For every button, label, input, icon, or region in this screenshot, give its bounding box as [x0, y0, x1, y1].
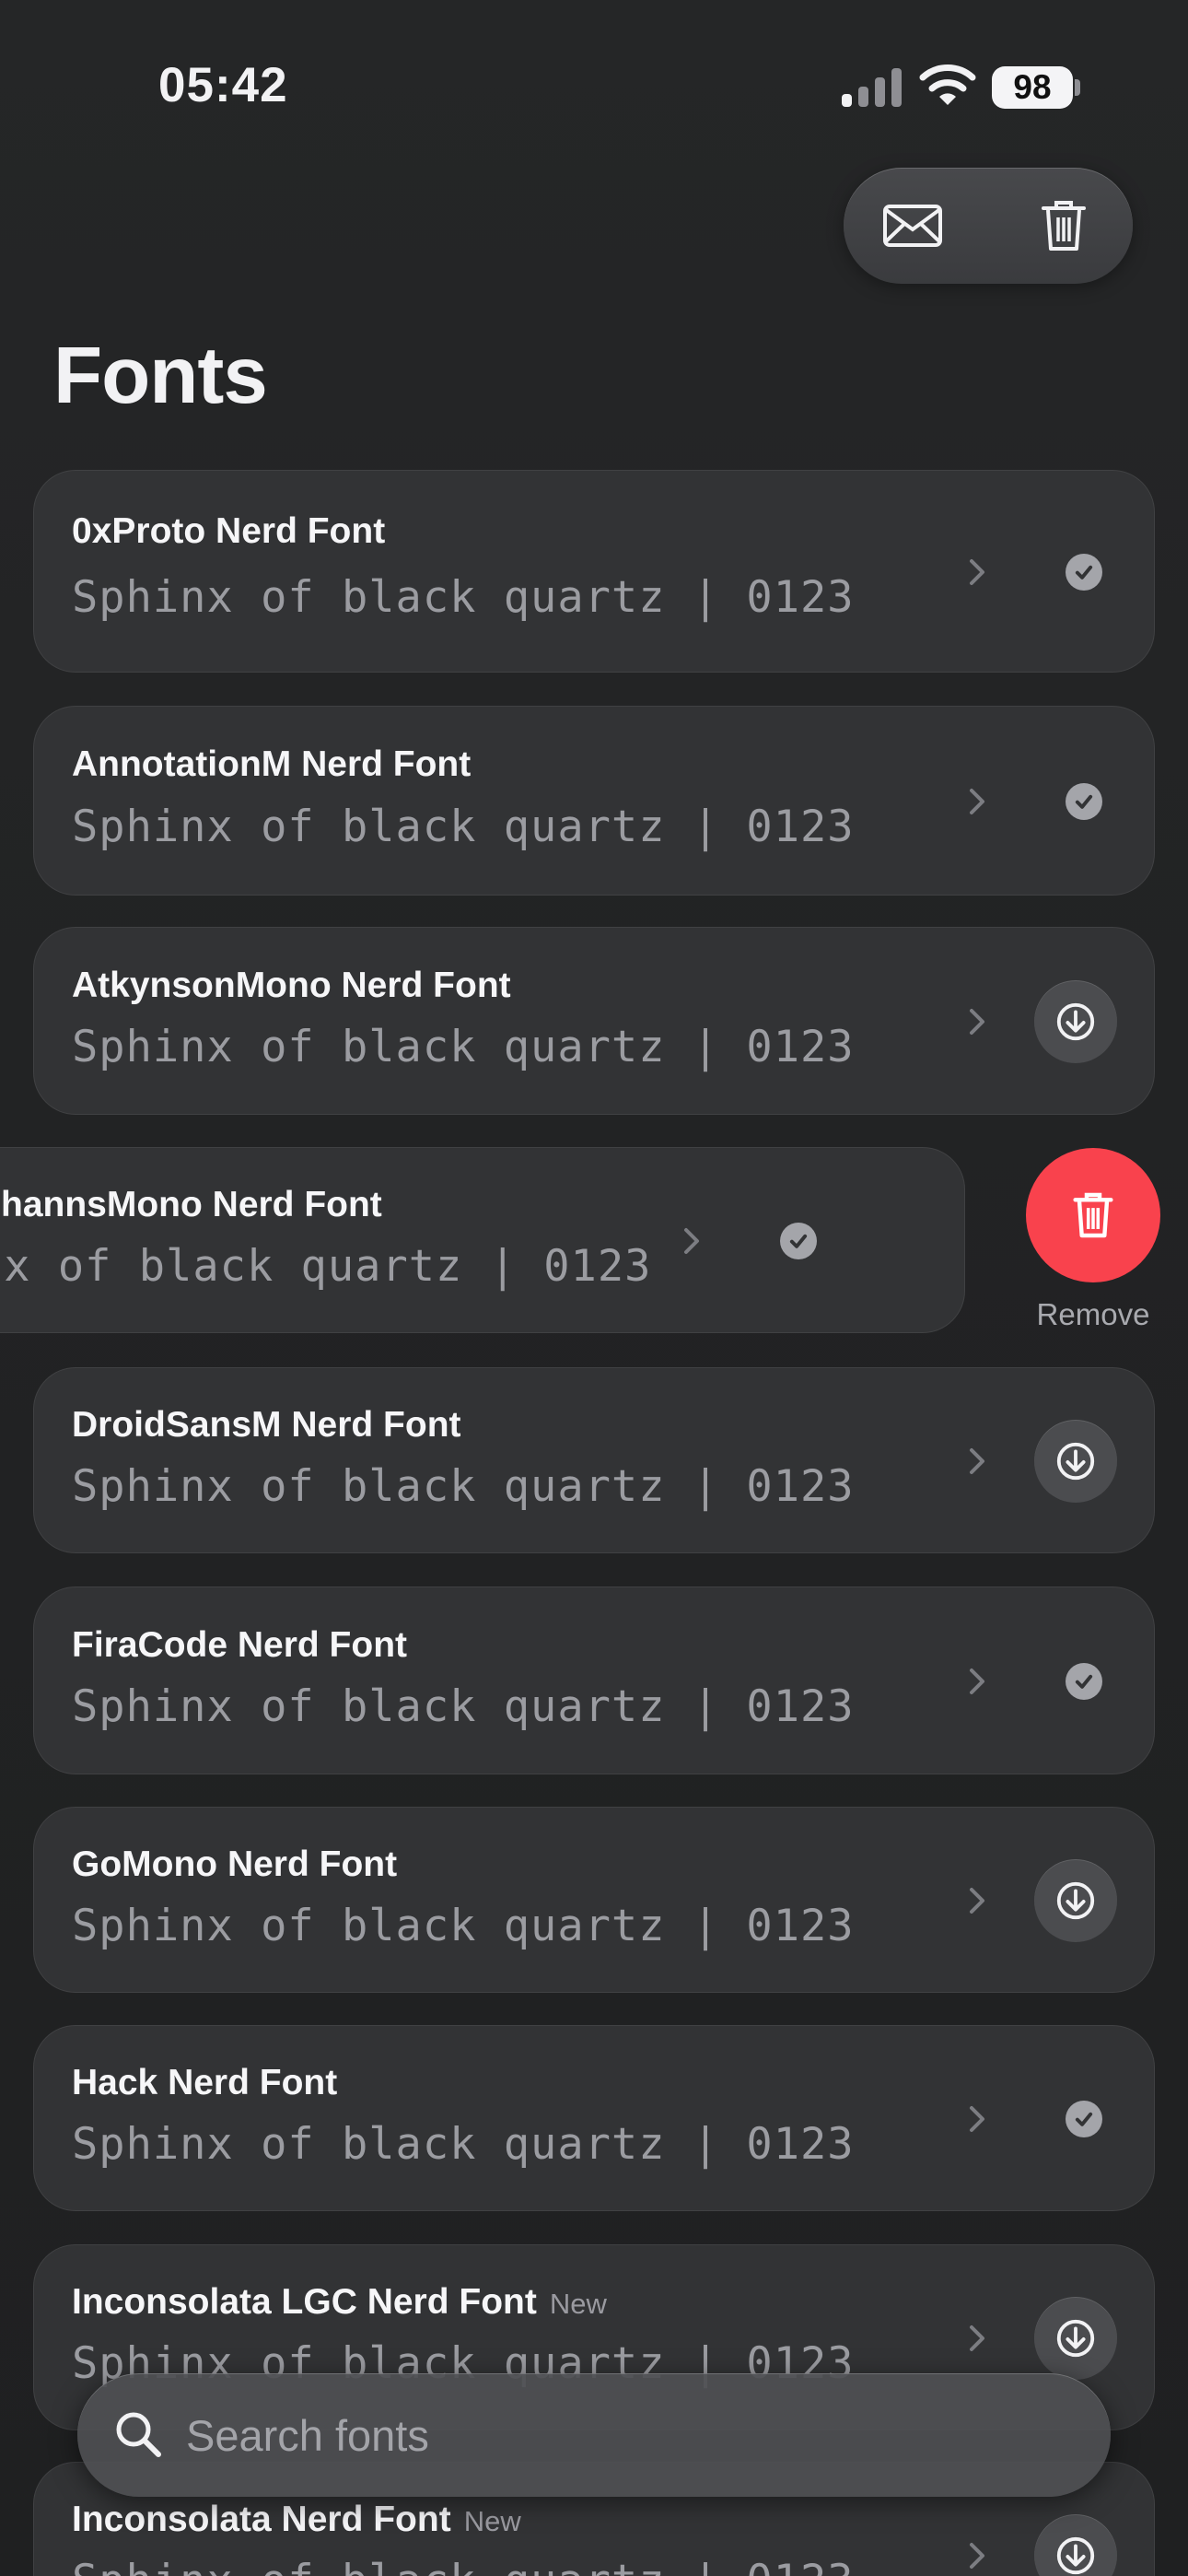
font-name-text: FiraCode Nerd Font	[72, 1625, 408, 1665]
font-name: DroidSansM Nerd Font	[72, 1405, 461, 1446]
trash-icon	[1073, 1192, 1113, 1238]
chevron-right-icon	[962, 2537, 990, 2574]
mail-button[interactable]	[871, 184, 954, 267]
search-input[interactable]	[186, 2401, 1015, 2469]
font-name-text: Hack Nerd Font	[72, 2063, 338, 2102]
remove-button[interactable]	[1026, 1148, 1160, 1282]
download-icon	[1054, 1440, 1097, 1482]
font-row[interactable]: DroidSansM Nerd Font Sphinx of black quar…	[33, 1367, 1155, 1553]
download-icon	[1054, 2317, 1097, 2359]
font-name: FiraCode Nerd Font	[72, 1625, 407, 1666]
font-row[interactable]: 0xProto Nerd Font Sphinx of black quartz …	[33, 470, 1155, 673]
status-time: 05:42	[158, 58, 288, 112]
font-sample: Sphinx of black quartz | 0123	[72, 802, 855, 852]
font-sample: Sphinx of black quartz | 0123	[72, 1901, 855, 1951]
download-icon	[1054, 1879, 1097, 1922]
download-button[interactable]	[1034, 2297, 1117, 2380]
font-sample: Sphinx of black quartz | 0123	[72, 572, 855, 623]
chevron-right-icon	[677, 1223, 705, 1259]
search-bar[interactable]	[77, 2373, 1111, 2497]
font-sample: nx of black quartz | 0123	[0, 1241, 652, 1292]
chevron-right-icon	[962, 1443, 990, 1480]
checkmark-icon	[1066, 2101, 1102, 2137]
download-icon	[1054, 2535, 1097, 2576]
download-button[interactable]	[1034, 1420, 1117, 1503]
checkmark-icon	[1066, 783, 1102, 820]
font-name: Inconsolata LGC Nerd Font New	[72, 2282, 607, 2323]
checkmark-icon	[780, 1223, 817, 1259]
download-button[interactable]	[1034, 2514, 1117, 2576]
envelope-icon	[883, 205, 942, 247]
top-toolbar	[844, 168, 1133, 284]
download-button[interactable]	[1034, 1859, 1117, 1942]
font-name: AnnotationM Nerd Font	[72, 744, 471, 785]
search-icon	[116, 2412, 161, 2457]
font-sample: Sphinx of black quartz | 0123	[72, 2119, 855, 2170]
battery-cap	[1075, 79, 1080, 96]
font-name-text: Inconsolata Nerd Font	[72, 2500, 451, 2539]
trash-icon	[1042, 201, 1086, 251]
new-badge: New	[463, 2505, 521, 2537]
font-name: AtkynsonMono Nerd Font	[72, 966, 511, 1006]
checkmark-icon	[1066, 1663, 1102, 1700]
font-sample: Sphinx of black quartz | 0123	[72, 1681, 855, 1732]
font-name: GoMono Nerd Font	[72, 1844, 397, 1885]
font-row[interactable]: ShannsMono Nerd Font nx of black quartz |…	[0, 1147, 965, 1333]
font-name-text: Inconsolata LGC Nerd Font	[72, 2282, 537, 2322]
chevron-right-icon	[962, 1003, 990, 1040]
font-list-screen: 05:42 98 Fonts 0xProto Nerd Font Sphinx …	[0, 0, 1188, 2576]
chevron-right-icon	[962, 1882, 990, 1919]
font-name: Hack Nerd Font	[72, 2063, 337, 2103]
font-name-text: AtkynsonMono Nerd Font	[72, 966, 511, 1005]
font-sample: Sphinx of black quartz | 0123	[72, 1022, 855, 1072]
wifi-icon	[919, 64, 976, 105]
font-row[interactable]: AnnotationM Nerd Font Sphinx of black qua…	[33, 706, 1155, 896]
delete-all-button[interactable]	[1022, 184, 1105, 267]
download-icon	[1054, 1001, 1097, 1043]
download-button[interactable]	[1034, 980, 1117, 1063]
new-badge: New	[549, 2288, 607, 2320]
font-row[interactable]: FiraCode Nerd Font Sphinx of black quartz…	[33, 1587, 1155, 1774]
font-name-text: DroidSansM Nerd Font	[72, 1405, 461, 1445]
font-sample: Sphinx of black quartz | 0123	[72, 2556, 855, 2576]
chevron-right-icon	[962, 2320, 990, 2357]
cellular-signal-icon	[842, 68, 903, 107]
font-name: 0xProto Nerd Font	[72, 511, 385, 552]
checkmark-icon	[1066, 554, 1102, 591]
chevron-right-icon	[962, 2101, 990, 2137]
chevron-right-icon	[962, 1663, 990, 1700]
font-name-text: AnnotationM Nerd Font	[72, 744, 472, 784]
font-row[interactable]: GoMono Nerd Font Sphinx of black quartz |…	[33, 1807, 1155, 1993]
chevron-right-icon	[962, 554, 990, 591]
font-name: Inconsolata Nerd Font New	[72, 2500, 521, 2540]
font-name-text: GoMono Nerd Font	[72, 1844, 398, 1884]
font-name-text: 0xProto Nerd Font	[72, 511, 386, 551]
font-name: ShannsMono Nerd Font	[0, 1185, 382, 1225]
page-title: Fonts	[53, 331, 268, 420]
font-name-text: ShannsMono Nerd Font	[0, 1185, 382, 1224]
battery-indicator: 98	[992, 66, 1073, 109]
chevron-right-icon	[962, 783, 990, 820]
font-sample: Sphinx of black quartz | 0123	[72, 1461, 855, 1512]
font-row[interactable]: Hack Nerd Font Sphinx of black quartz | 0…	[33, 2025, 1155, 2211]
font-row[interactable]: AtkynsonMono Nerd Font Sphinx of black qu…	[33, 927, 1155, 1115]
remove-label: Remove	[1036, 1297, 1150, 1331]
